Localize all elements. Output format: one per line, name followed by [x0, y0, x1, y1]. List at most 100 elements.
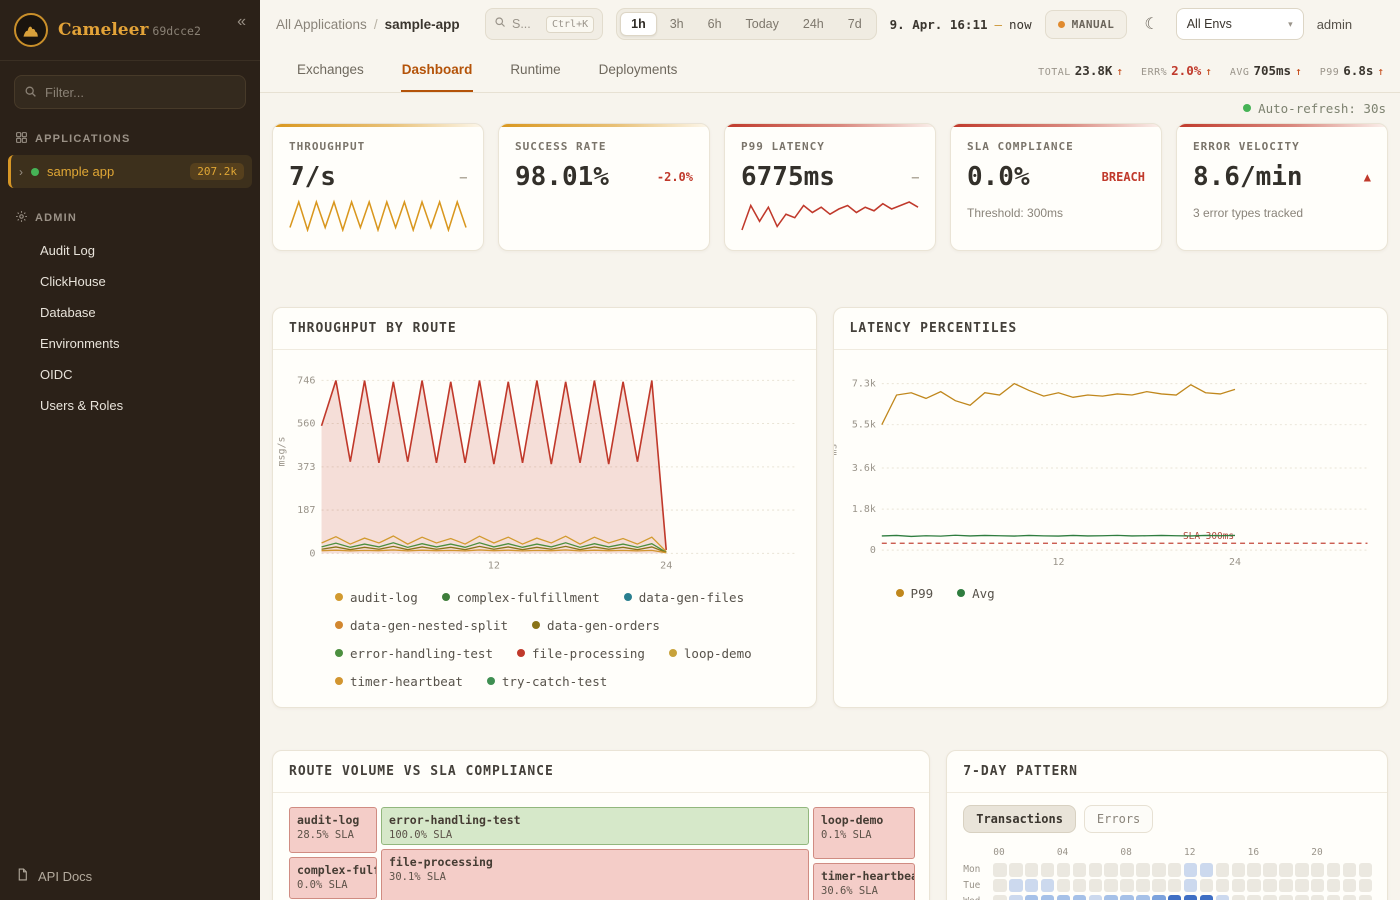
toggle-transactions[interactable]: Transactions — [963, 805, 1076, 833]
heatmap-cell[interactable] — [1089, 863, 1102, 876]
heatmap-cell[interactable] — [1184, 895, 1197, 900]
range-button-24h[interactable]: 24h — [792, 12, 835, 36]
heatmap-cell[interactable] — [1152, 863, 1165, 876]
sidebar-item-users-roles[interactable]: Users & Roles — [0, 391, 260, 420]
heatmap-cell[interactable] — [1009, 895, 1022, 900]
heatmap-cell[interactable] — [1279, 879, 1292, 892]
legend-item-error-handling-test[interactable]: error-handling-test — [335, 646, 493, 661]
range-button-1h[interactable]: 1h — [620, 12, 657, 36]
heatmap-cell[interactable] — [1279, 895, 1292, 900]
legend-item-complex-fulfillment[interactable]: complex-fulfillment — [442, 590, 600, 605]
range-button-6h[interactable]: 6h — [697, 12, 733, 36]
heatmap-cell[interactable] — [1168, 863, 1181, 876]
heatmap-cell[interactable] — [1327, 895, 1340, 900]
heatmap-cell[interactable] — [1120, 879, 1133, 892]
range-button-3h[interactable]: 3h — [659, 12, 695, 36]
heatmap-cell[interactable] — [1295, 863, 1308, 876]
heatmap-cell[interactable] — [1025, 895, 1038, 900]
heatmap-cell[interactable] — [1104, 863, 1117, 876]
heatmap-cell[interactable] — [1232, 879, 1245, 892]
legend-item-try-catch-test[interactable]: try-catch-test — [487, 674, 607, 689]
date-range-picker[interactable]: 9. Apr. 16:11 — now — [890, 17, 1032, 32]
treemap-cell-timer-heartbeat[interactable]: timer-heartbeat30.6% SLA — [813, 863, 915, 900]
sidebar-item-api-docs[interactable]: API Docs — [0, 852, 260, 900]
heatmap-cell[interactable] — [1279, 863, 1292, 876]
legend-item-p99[interactable]: P99 — [896, 586, 934, 601]
heatmap-cell[interactable] — [1311, 863, 1324, 876]
sidebar-item-oidc[interactable]: OIDC — [0, 360, 260, 389]
heatmap-cell[interactable] — [1295, 895, 1308, 900]
global-search[interactable]: Ctrl+K — [485, 8, 603, 40]
heatmap-cell[interactable] — [1263, 879, 1276, 892]
tab-exchanges[interactable]: Exchanges — [296, 48, 365, 92]
treemap-cell-error-handling-test[interactable]: error-handling-test100.0% SLA — [381, 807, 809, 845]
dark-mode-toggle[interactable]: ☾ — [1140, 12, 1162, 36]
heatmap-cell[interactable] — [1327, 879, 1340, 892]
heatmap-cell[interactable] — [1216, 895, 1229, 900]
heatmap-cell[interactable] — [993, 863, 1006, 876]
heatmap-cell[interactable] — [1359, 863, 1372, 876]
heatmap-cell[interactable] — [1216, 879, 1229, 892]
heatmap-cell[interactable] — [1136, 895, 1149, 900]
legend-item-data-gen-files[interactable]: data-gen-files — [624, 590, 744, 605]
sidebar-item-clickhouse[interactable]: ClickHouse — [0, 267, 260, 296]
treemap-cell-loop-demo[interactable]: loop-demo0.1% SLA — [813, 807, 915, 859]
heatmap-cell[interactable] — [1247, 895, 1260, 900]
tab-deployments[interactable]: Deployments — [598, 48, 679, 92]
sidebar-item-sample-app[interactable]: › sample app 207.2k — [8, 155, 252, 188]
legend-item-file-processing[interactable]: file-processing — [517, 646, 645, 661]
heatmap-cell[interactable] — [1009, 863, 1022, 876]
heatmap-cell[interactable] — [1343, 863, 1356, 876]
heatmap-cell[interactable] — [1247, 879, 1260, 892]
heatmap-cell[interactable] — [1041, 863, 1054, 876]
heatmap-cell[interactable] — [1152, 895, 1165, 900]
treemap-cell-file-processing[interactable]: file-processing30.1% SLA — [381, 849, 809, 900]
heatmap-cell[interactable] — [1359, 895, 1372, 900]
heatmap-cell[interactable] — [1263, 895, 1276, 900]
tab-runtime[interactable]: Runtime — [509, 48, 561, 92]
heatmap-cell[interactable] — [1041, 895, 1054, 900]
heatmap-cell[interactable] — [1057, 879, 1070, 892]
treemap-cell-complex-fulfil[interactable]: complex-fulfil…0.0% SLA — [289, 857, 377, 899]
heatmap-cell[interactable] — [1104, 895, 1117, 900]
heatmap-cell[interactable] — [1104, 879, 1117, 892]
heatmap-cell[interactable] — [1295, 879, 1308, 892]
heatmap-cell[interactable] — [1184, 863, 1197, 876]
heatmap-cell[interactable] — [1200, 863, 1213, 876]
sidebar-item-environments[interactable]: Environments — [0, 329, 260, 358]
heatmap-cell[interactable] — [1359, 879, 1372, 892]
heatmap-cell[interactable] — [1041, 879, 1054, 892]
heatmap-cell[interactable] — [1184, 879, 1197, 892]
heatmap-cell[interactable] — [1343, 879, 1356, 892]
range-button-today[interactable]: Today — [735, 12, 790, 36]
heatmap-cell[interactable] — [1073, 879, 1086, 892]
heatmap-cell[interactable] — [1343, 895, 1356, 900]
heatmap-cell[interactable] — [1136, 879, 1149, 892]
heatmap-cell[interactable] — [1009, 879, 1022, 892]
search-input[interactable] — [512, 17, 540, 31]
sidebar-item-audit-log[interactable]: Audit Log — [0, 236, 260, 265]
heatmap-cell[interactable] — [1120, 895, 1133, 900]
heatmap-cell[interactable] — [1168, 895, 1181, 900]
heatmap-cell[interactable] — [993, 879, 1006, 892]
heatmap-cell[interactable] — [1232, 863, 1245, 876]
user-menu[interactable]: admin — [1317, 17, 1352, 32]
heatmap-cell[interactable] — [1152, 879, 1165, 892]
heatmap-cell[interactable] — [1057, 895, 1070, 900]
sidebar-collapse-button[interactable]: « — [237, 13, 246, 31]
heatmap-cell[interactable] — [1263, 863, 1276, 876]
heatmap-cell[interactable] — [1311, 879, 1324, 892]
heatmap-cell[interactable] — [1025, 879, 1038, 892]
heatmap-cell[interactable] — [1200, 879, 1213, 892]
legend-item-data-gen-nested-split[interactable]: data-gen-nested-split — [335, 618, 508, 633]
env-select[interactable]: All Envs ▾ — [1176, 8, 1304, 40]
sidebar-item-database[interactable]: Database — [0, 298, 260, 327]
heatmap-cell[interactable] — [1057, 863, 1070, 876]
legend-item-avg[interactable]: Avg — [957, 586, 995, 601]
heatmap-cell[interactable] — [1025, 863, 1038, 876]
legend-item-audit-log[interactable]: audit-log — [335, 590, 418, 605]
tab-dashboard[interactable]: Dashboard — [401, 48, 474, 92]
range-button-7d[interactable]: 7d — [837, 12, 873, 36]
heatmap-cell[interactable] — [1136, 863, 1149, 876]
heatmap-cell[interactable] — [1168, 879, 1181, 892]
